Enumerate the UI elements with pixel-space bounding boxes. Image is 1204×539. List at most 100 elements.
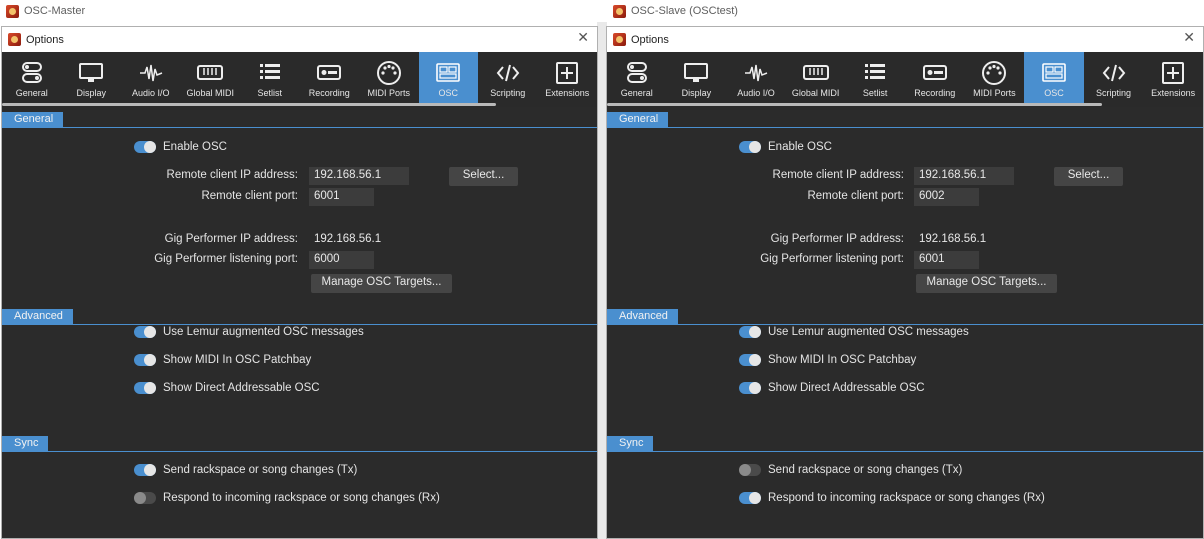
options-toolbar: General Display Audio I/O Global MIDI Se… — [2, 52, 597, 103]
sync-option-toggle[interactable] — [739, 464, 761, 476]
tab-label: MIDI Ports — [367, 88, 410, 98]
close-icon[interactable]: ✕ — [1183, 30, 1195, 46]
manage-osc-targets-button[interactable]: Manage OSC Targets... — [311, 274, 452, 293]
tab-label: Display — [76, 88, 106, 98]
section-header-sync: Sync — [2, 436, 597, 452]
enable-osc-label: Enable OSC — [768, 141, 832, 153]
desktop: OSC-Master OSC-Slave (OSCtest) Options ✕… — [0, 0, 1204, 539]
tab-label: Global MIDI — [791, 88, 840, 98]
remote-ip-field[interactable]: 192.168.56.1 — [914, 167, 1014, 185]
app-titlebar-slave: OSC-Slave (OSCtest) — [607, 0, 1204, 22]
advanced-option-row: Show MIDI In OSC Patchbay — [134, 354, 311, 366]
tab-setlist[interactable]: Setlist — [845, 52, 905, 103]
enable-osc-row: Enable OSC — [739, 141, 832, 153]
tab-audio-i-o[interactable]: Audio I/O — [121, 52, 181, 103]
advanced-option-toggle[interactable] — [739, 382, 761, 394]
scrollbar-thumb[interactable] — [2, 103, 496, 106]
toggle-knob — [144, 464, 156, 476]
record-icon — [316, 60, 342, 86]
tab-label: Scripting — [1096, 88, 1132, 98]
dialog-title: Options — [26, 33, 64, 46]
tab-label: Audio I/O — [131, 88, 170, 98]
tab-general[interactable]: General — [2, 52, 62, 103]
tab-display[interactable]: Display — [667, 52, 727, 103]
section-header-general: General — [607, 112, 1203, 128]
tab-audio-i-o[interactable]: Audio I/O — [726, 52, 786, 103]
tab-midi-ports[interactable]: MIDI Ports — [965, 52, 1025, 103]
tab-global-midi[interactable]: Global MIDI — [786, 52, 846, 103]
enable-osc-label: Enable OSC — [163, 141, 227, 153]
gp-port-field[interactable]: 6000 — [309, 251, 374, 269]
remote-ip-field[interactable]: 192.168.56.1 — [309, 167, 409, 185]
toggle-knob — [749, 492, 761, 504]
section-header-sync: Sync — [607, 436, 1203, 452]
app-logo-icon — [613, 33, 626, 46]
advanced-option-toggle[interactable] — [134, 382, 156, 394]
advanced-option-label: Show MIDI In OSC Patchbay — [768, 354, 917, 366]
tab-label: MIDI Ports — [973, 88, 1016, 98]
tab-scripting[interactable]: Scripting — [478, 52, 538, 103]
sync-option-toggle[interactable] — [739, 492, 761, 504]
gp-port-field[interactable]: 6001 — [914, 251, 979, 269]
remote-ip-label: Remote client IP address: — [166, 169, 298, 181]
tab-extensions[interactable]: Extensions — [1143, 52, 1203, 103]
remote-port-field[interactable]: 6001 — [309, 188, 374, 206]
tab-setlist[interactable]: Setlist — [240, 52, 300, 103]
close-icon[interactable]: ✕ — [577, 30, 589, 46]
advanced-option-toggle[interactable] — [134, 326, 156, 338]
tab-osc[interactable]: OSC — [1024, 52, 1084, 103]
sync-option-toggle[interactable] — [134, 464, 156, 476]
tab-label: Setlist — [862, 88, 888, 98]
tab-recording[interactable]: Recording — [300, 52, 360, 103]
app-logo-icon — [6, 4, 19, 18]
sync-option-label: Respond to incoming rackspace or song ch… — [768, 492, 1045, 504]
remote-port-label: Remote client port: — [201, 190, 298, 202]
toggle-knob — [749, 354, 761, 366]
advanced-option-label: Show MIDI In OSC Patchbay — [163, 354, 312, 366]
gp-port-label: Gig Performer listening port: — [154, 253, 298, 265]
manage-osc-targets-button[interactable]: Manage OSC Targets... — [916, 274, 1057, 293]
osc-icon — [435, 60, 461, 86]
plus-box-icon — [555, 60, 579, 86]
enable-osc-row: Enable OSC — [134, 141, 227, 153]
audio-waveform-icon — [743, 60, 769, 86]
sync-option-toggle[interactable] — [134, 492, 156, 504]
tab-label: Audio I/O — [737, 88, 775, 98]
remote-ip-label: Remote client IP address: — [772, 169, 904, 181]
dialog-titlebar: Options ✕ — [2, 27, 597, 52]
select-button[interactable]: Select... — [449, 167, 518, 186]
gp-port-label: Gig Performer listening port: — [760, 253, 904, 265]
scrollbar-thumb[interactable] — [607, 103, 1102, 106]
remote-port-field[interactable]: 6002 — [914, 188, 979, 206]
advanced-option-toggle[interactable] — [739, 326, 761, 338]
toggle-knob — [749, 326, 761, 338]
tab-label: OSC — [438, 88, 458, 98]
select-button[interactable]: Select... — [1054, 167, 1123, 186]
display-icon — [683, 60, 709, 86]
advanced-option-label: Use Lemur augmented OSC messages — [163, 326, 364, 338]
advanced-option-toggle[interactable] — [739, 354, 761, 366]
tab-recording[interactable]: Recording — [905, 52, 965, 103]
app-title-text: OSC-Slave (OSCtest) — [631, 5, 738, 17]
osc-icon — [1041, 60, 1067, 86]
app-logo-icon — [613, 4, 626, 18]
enable-osc-toggle[interactable] — [134, 141, 156, 153]
sync-option-row: Send rackspace or song changes (Tx) — [739, 464, 962, 476]
tab-display[interactable]: Display — [62, 52, 122, 103]
sync-option-label: Respond to incoming rackspace or song ch… — [163, 492, 440, 504]
tab-osc[interactable]: OSC — [418, 52, 478, 103]
midi-keyboard-icon — [802, 60, 830, 86]
enable-osc-toggle[interactable] — [739, 141, 761, 153]
tab-general[interactable]: General — [607, 52, 667, 103]
tab-extensions[interactable]: Extensions — [538, 52, 598, 103]
tab-midi-ports[interactable]: MIDI Ports — [359, 52, 419, 103]
advanced-option-row: Use Lemur augmented OSC messages — [739, 326, 969, 338]
tab-global-midi[interactable]: Global MIDI — [181, 52, 241, 103]
toggle-knob — [134, 492, 146, 504]
toggle-knob — [749, 382, 761, 394]
app-title-text: OSC-Master — [24, 5, 86, 17]
tab-scripting[interactable]: Scripting — [1084, 52, 1144, 103]
advanced-option-label: Show Direct Addressable OSC — [163, 382, 320, 394]
tab-label: Recording — [914, 88, 956, 98]
advanced-option-toggle[interactable] — [134, 354, 156, 366]
